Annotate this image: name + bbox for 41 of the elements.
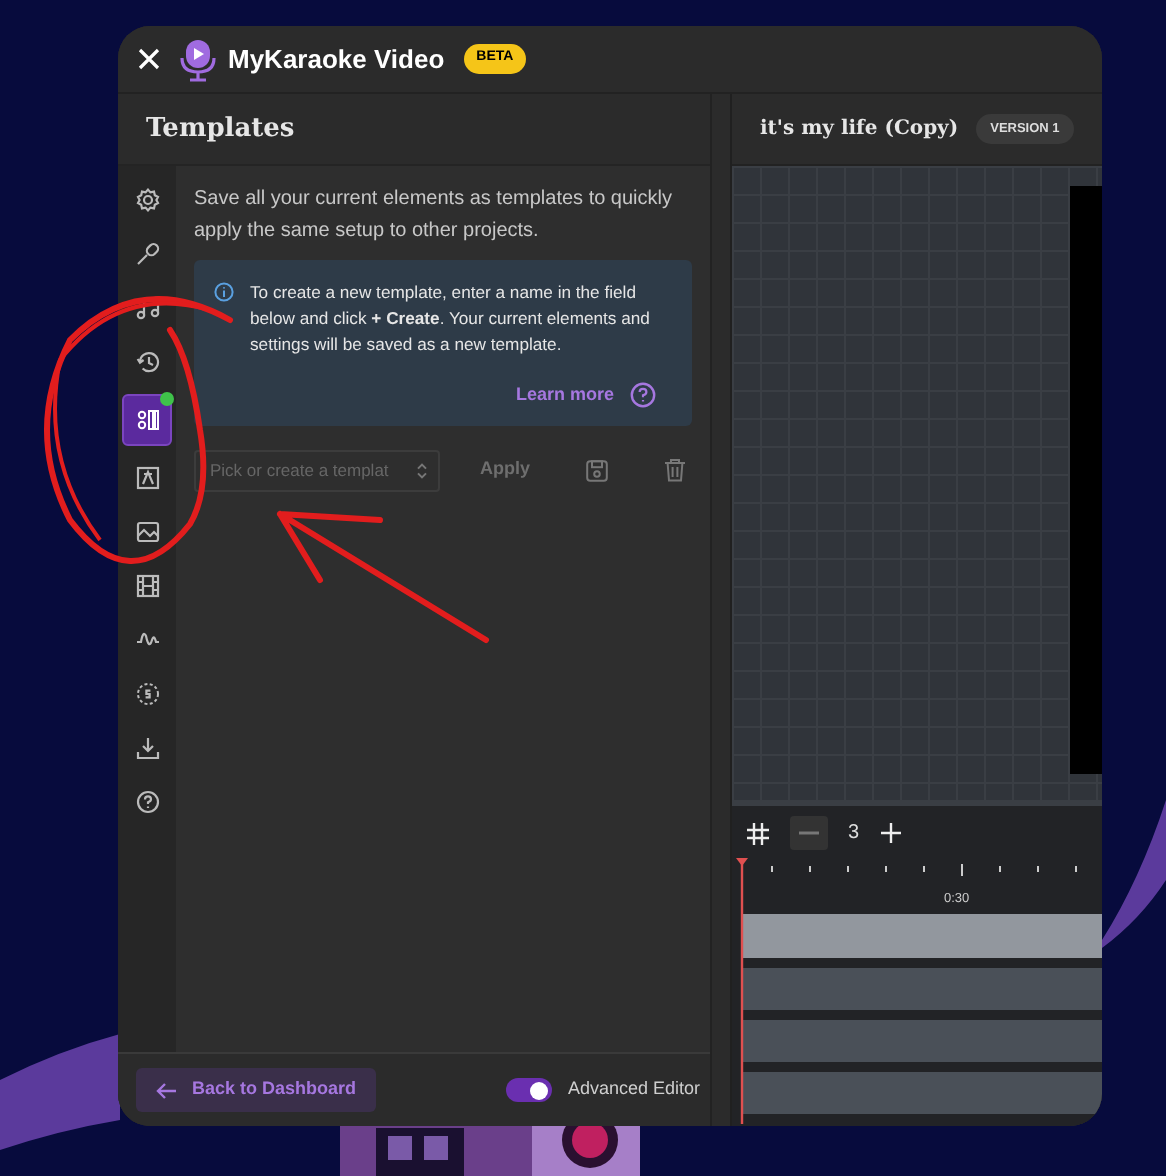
panel-title: Templates: [146, 111, 295, 148]
image-icon: [135, 520, 159, 544]
microphone-logo-icon: [180, 37, 216, 81]
app-title: MyKaraoke Video: [228, 41, 445, 78]
download-icon: [135, 736, 159, 760]
sidebar-tab[interactable]: [122, 394, 172, 446]
project-title: it's my life (Copy): [760, 116, 959, 144]
chevron-up-down-icon: [416, 461, 428, 479]
help-icon: [135, 790, 159, 814]
timeline-track[interactable]: [742, 1072, 1102, 1114]
apply-button[interactable]: Apply: [480, 456, 531, 484]
close-icon[interactable]: [138, 48, 160, 70]
advanced-editor-label: Advanced Editor: [567, 1076, 700, 1103]
trash-icon[interactable]: [664, 458, 687, 482]
info-text: To create a new template, enter a name in the field below and click + Create. Your current elements and settings will be saved as a new template.: [250, 280, 652, 358]
zoom-value: 3: [848, 820, 860, 848]
dollar-coin-icon: [135, 682, 159, 706]
back-to-dashboard-button[interactable]: Back to Dashboard: [136, 1068, 377, 1112]
timeline-track[interactable]: [742, 1020, 1102, 1062]
help-icon[interactable]: [630, 382, 656, 409]
timeline-track[interactable]: [742, 968, 1102, 1010]
text-box-icon: [135, 466, 159, 490]
learn-more-link[interactable]: Learn more: [515, 382, 614, 409]
background-arc: [0, 1034, 120, 1150]
microphone-icon: [135, 242, 159, 266]
arrow-left-icon: [156, 1081, 178, 1099]
advanced-editor-toggle[interactable]: [505, 1078, 552, 1102]
settings-icon: [135, 188, 159, 212]
playhead[interactable]: [736, 858, 748, 1124]
save-icon[interactable]: [586, 459, 609, 481]
picker-placeholder: Pick or create a templat: [210, 457, 391, 483]
templates-icon: [135, 408, 159, 432]
grid-icon[interactable]: [746, 821, 770, 845]
description-text: Save all your current elements as templates to quickly apply the same setup to other projects.: [194, 186, 674, 246]
template-picker[interactable]: Pick or create a templat: [194, 449, 440, 491]
film-icon: [135, 574, 159, 598]
plus-button[interactable]: [879, 822, 902, 844]
history-icon: [135, 350, 159, 374]
minus-button[interactable]: [790, 816, 828, 850]
info-icon: [214, 282, 234, 302]
timeline-track[interactable]: [742, 914, 1102, 958]
